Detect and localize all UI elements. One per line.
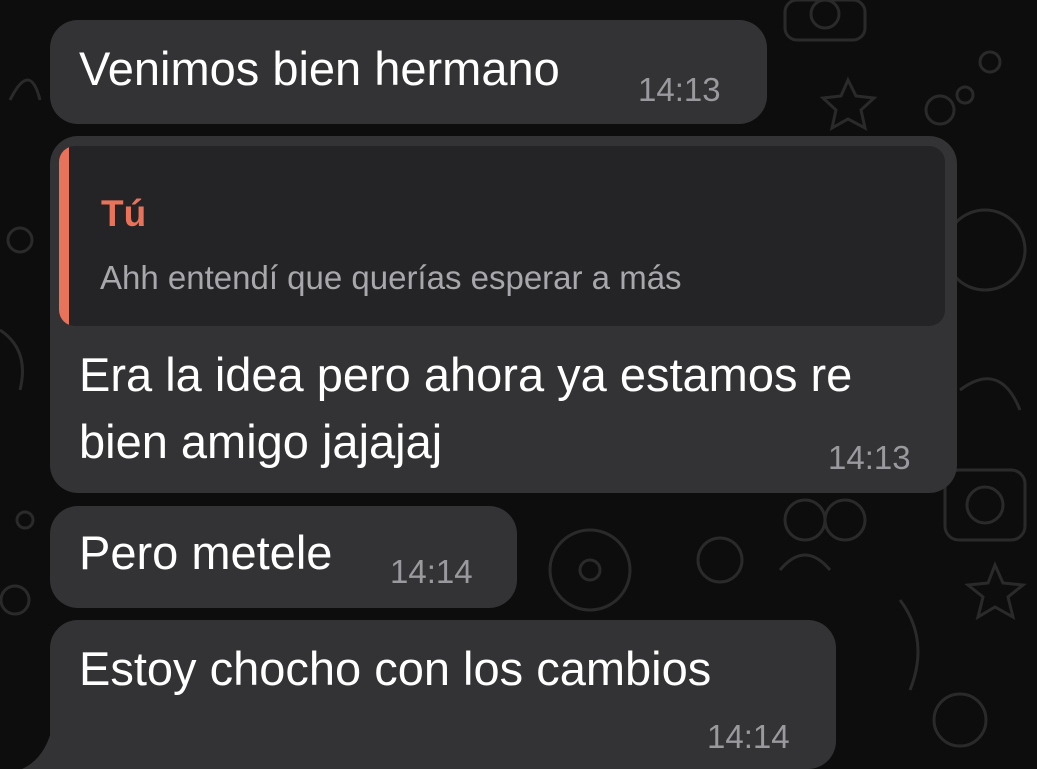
- message-text: Venimos bien hermano: [79, 42, 560, 95]
- reply-message-bubble[interactable]: Tú Ahh entendí que querías esperar a más…: [50, 136, 957, 493]
- message-timestamp: 14:13: [638, 71, 721, 108]
- message-text: Estoy chocho con los cambios: [79, 642, 712, 695]
- message-text-line-2: bien amigo jajajaj: [79, 415, 443, 468]
- quote-author: Tú: [101, 193, 147, 234]
- message-bubble[interactable]: Estoy chocho con los cambios 14:14: [50, 620, 836, 769]
- message-timestamp: 14:14: [707, 718, 790, 755]
- quote-text: Ahh entendí que querías esperar a más: [100, 259, 682, 296]
- message-text: Pero metele: [79, 526, 333, 579]
- message-bubble[interactable]: Venimos bien hermano 14:13: [50, 20, 767, 124]
- message-timestamp: 14:14: [390, 553, 473, 590]
- quote-accent-bar: [59, 146, 69, 326]
- message-bubble[interactable]: Pero metele 14:14: [50, 506, 517, 608]
- message-timestamp: 14:13: [828, 439, 911, 476]
- message-text-line-1: Era la idea pero ahora ya estamos re: [79, 348, 853, 401]
- quoted-message[interactable]: Tú Ahh entendí que querías esperar a más: [59, 146, 945, 326]
